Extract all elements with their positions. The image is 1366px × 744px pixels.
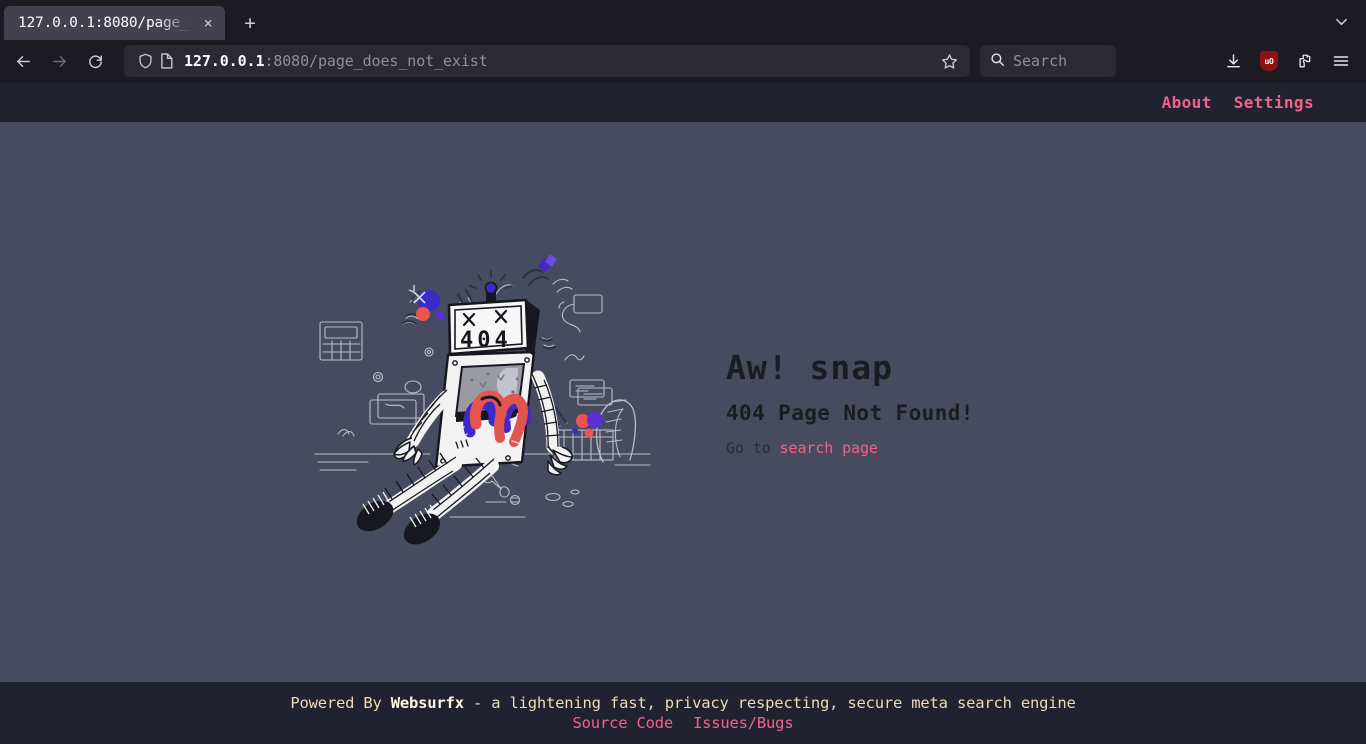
site-footer: Powered By Websurfx - a lightening fast,… — [0, 682, 1366, 744]
broken-robot-illustration: 404 — [314, 254, 651, 545]
footer-link-source-code[interactable]: Source Code — [573, 714, 674, 732]
decor-dot — [572, 428, 578, 434]
footer-brand: Websurfx — [390, 694, 464, 712]
bookmark-star-icon[interactable] — [934, 47, 964, 75]
decor-dot — [584, 428, 594, 438]
forward-arrow-icon — [42, 45, 76, 77]
search-icon — [990, 52, 1005, 71]
nav-link-settings[interactable]: Settings — [1234, 93, 1314, 112]
navigation-toolbar: 127.0.0.1:8080/page_does_not_exist Searc… — [0, 40, 1366, 82]
footer-links: Source Code Issues/Bugs — [573, 714, 794, 732]
back-arrow-icon[interactable] — [6, 45, 40, 77]
nav-link-about[interactable]: About — [1162, 93, 1212, 112]
extensions-puzzle-icon[interactable] — [1288, 45, 1322, 77]
search-page-link[interactable]: search page — [780, 439, 878, 457]
tab-title: 127.0.0.1:8080/page_d — [18, 15, 198, 31]
error-message-block: Aw! snap 404 Page Not Found! Go to searc… — [726, 348, 1056, 457]
decor-dot — [587, 412, 603, 428]
decor-dot — [416, 307, 430, 321]
close-icon[interactable]: × — [197, 12, 219, 34]
ublock-origin-icon[interactable]: uO — [1252, 45, 1286, 77]
page-body: About Settings 404 Aw! snap 404 Page Not… — [0, 82, 1366, 744]
reload-icon[interactable] — [78, 45, 112, 77]
footer-powered-prefix: Powered By — [290, 694, 391, 712]
download-icon[interactable] — [1216, 45, 1250, 77]
url-path: :8080/page_does_not_exist — [264, 52, 488, 70]
browser-tab[interactable]: 127.0.0.1:8080/page_d × — [4, 6, 226, 40]
error-content: 404 Aw! snap 404 Page Not Found! Go to s… — [0, 122, 1366, 744]
decor-dot — [435, 311, 445, 321]
site-header: About Settings — [0, 82, 1366, 122]
search-box[interactable]: Search — [980, 45, 1116, 77]
toolbar-actions: uO — [1216, 45, 1358, 77]
search-input-placeholder: Search — [1013, 52, 1068, 70]
footer-tagline: Powered By Websurfx - a lightening fast,… — [290, 694, 1076, 712]
browser-chrome: 127.0.0.1:8080/page_d × + 127.0.0.1:8080… — [0, 0, 1366, 82]
tab-strip: 127.0.0.1:8080/page_d × + — [0, 0, 1366, 40]
error-title: Aw! snap — [726, 347, 893, 387]
url-host: 127.0.0.1 — [184, 52, 265, 70]
ublock-badge-label: uO — [1260, 51, 1278, 71]
chevron-down-icon[interactable] — [1326, 7, 1356, 35]
shield-icon[interactable] — [134, 53, 156, 69]
error-goto-line: Go to search page — [726, 439, 1056, 457]
page-document-icon[interactable] — [156, 53, 178, 69]
error-subtitle: 404 Page Not Found! — [726, 400, 974, 425]
footer-link-issues[interactable]: Issues/Bugs — [693, 714, 794, 732]
url-text: 127.0.0.1:8080/page_does_not_exist — [184, 52, 934, 70]
robot-screen-404-text: 404 — [460, 328, 512, 353]
url-bar[interactable]: 127.0.0.1:8080/page_does_not_exist — [124, 45, 970, 77]
hamburger-menu-icon[interactable] — [1324, 45, 1358, 77]
footer-tagline-text: - a lightening fast, privacy respecting,… — [463, 694, 1076, 712]
goto-prefix-text: Go to — [726, 438, 780, 457]
new-tab-button[interactable]: + — [233, 6, 267, 40]
